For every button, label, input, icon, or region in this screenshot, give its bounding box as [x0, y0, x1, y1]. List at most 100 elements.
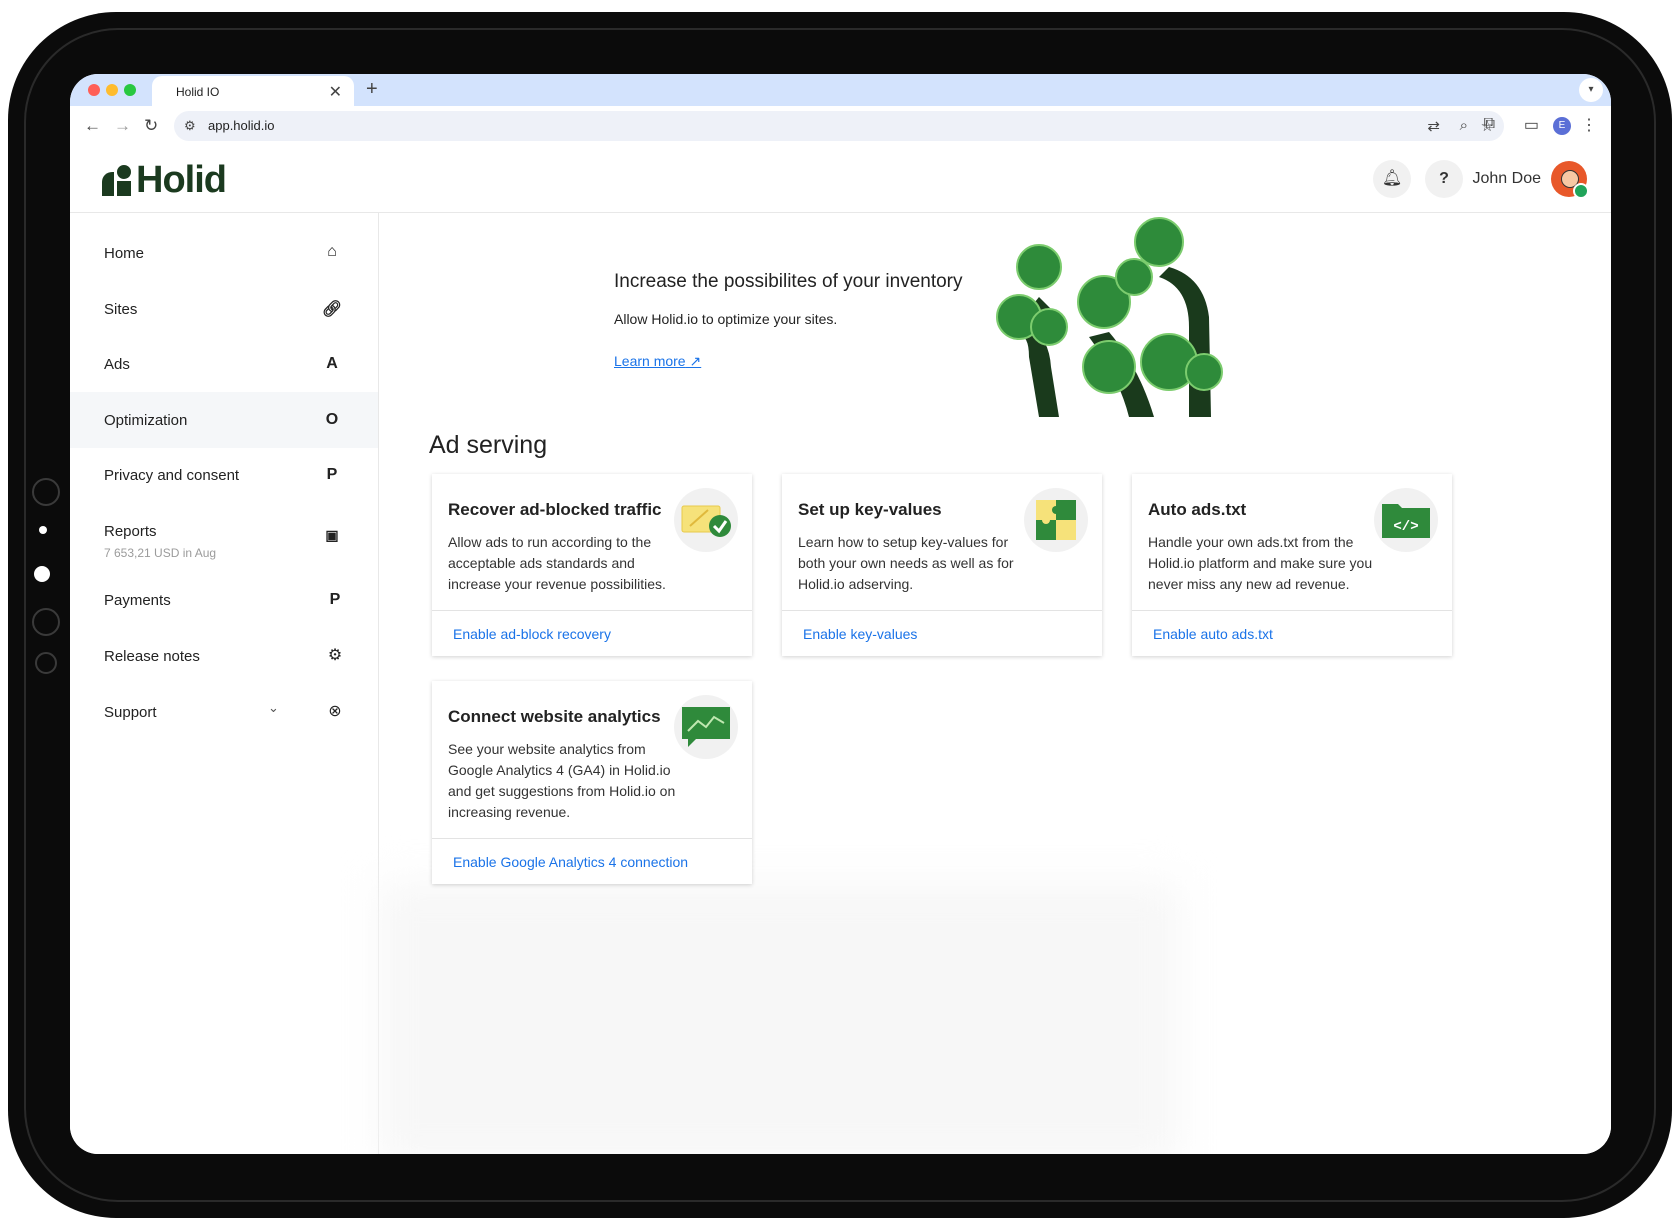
- window-minimize-button[interactable]: [106, 84, 118, 96]
- sidebar-item-label: Privacy and consent: [104, 467, 240, 484]
- enable-adblock-recovery-link[interactable]: Enable ad-block recovery: [453, 626, 611, 642]
- gear-icon: ⚙: [327, 647, 343, 664]
- side-ring-3: [35, 652, 57, 674]
- enable-ga4-connection-link[interactable]: Enable Google Analytics 4 connection: [453, 854, 688, 870]
- card-key-values: Set up key-values Learn how to setup key…: [782, 474, 1102, 656]
- side-camera-dot: [39, 526, 47, 534]
- holid-logo-icon: [102, 165, 131, 196]
- payments-letter-icon: P: [329, 591, 341, 608]
- new-tab-button[interactable]: +: [366, 78, 378, 101]
- site-info-icon[interactable]: ⚙: [184, 118, 196, 134]
- home-icon: ⌂: [327, 243, 337, 260]
- sidebar-item-label: Home: [104, 245, 145, 262]
- sidebar-item-release-notes[interactable]: Release notes ⚙: [70, 628, 378, 684]
- ads-letter-icon: A: [326, 355, 338, 372]
- tab-close-icon[interactable]: ✕: [329, 82, 342, 102]
- enable-auto-ads-txt-link[interactable]: Enable auto ads.txt: [1153, 626, 1273, 642]
- window-close-button[interactable]: [88, 84, 100, 96]
- adblock-check-icon: [674, 488, 738, 552]
- app-header: Holid 🔔︎ ? John Doe: [70, 146, 1611, 213]
- learn-more-label: Learn more: [614, 353, 686, 369]
- card-footer: Enable Google Analytics 4 connection: [432, 838, 752, 884]
- sidebar-item-label: Release notes: [104, 648, 200, 665]
- lifebuoy-icon: ⊗: [328, 703, 342, 720]
- tab-title: Holid IO: [176, 85, 220, 99]
- sidebar-item-label: Payments: [104, 592, 171, 609]
- card-footer: Enable ad-block recovery: [432, 610, 752, 656]
- user-avatar[interactable]: [1551, 161, 1589, 199]
- sidebar-item-payments[interactable]: Payments P: [70, 572, 378, 628]
- optimization-letter-icon: O: [325, 411, 339, 428]
- extensions-icon[interactable]: ⧉: [1484, 115, 1495, 133]
- card-title: Recover ad-blocked traffic: [448, 500, 662, 519]
- browser-window: Holid IO ✕ + ▾ ← → ↻ ⚙ app.holid.io ⇄ ⌕ …: [70, 74, 1611, 1154]
- hero-description: Allow Holid.io to optimize your sites.: [614, 311, 838, 327]
- sidebar-item-label: Ads: [104, 356, 130, 373]
- bonsai-trees-illustration: [996, 217, 1223, 417]
- zoom-icon[interactable]: ⌕: [1460, 117, 1468, 134]
- side-ring-2: [32, 608, 60, 636]
- card-description: Handle your own ads.txt from the Holid.i…: [1148, 534, 1373, 592]
- card-description: See your website analytics from Google A…: [448, 741, 676, 820]
- address-bar[interactable]: ⚙ app.holid.io ⇄ ⌕ ☆: [174, 111, 1504, 141]
- sidebar-item-label: Optimization: [104, 412, 188, 429]
- main-content: Increase the possibilites of your invent…: [379, 213, 1611, 1154]
- sidebar-item-optimization[interactable]: Optimization O: [70, 392, 378, 448]
- money-icon: ▣: [325, 527, 339, 543]
- cast-icon[interactable]: ▭: [1524, 115, 1539, 135]
- window-maximize-button[interactable]: [124, 84, 136, 96]
- card-footer: Enable key-values: [782, 610, 1102, 656]
- forward-arrow-icon[interactable]: →: [114, 116, 131, 136]
- card-description: Learn how to setup key-values for both y…: [798, 534, 1014, 592]
- browser-tab[interactable]: Holid IO ✕: [152, 76, 354, 106]
- sidebar-item-home[interactable]: Home ⌂: [70, 225, 378, 281]
- card-website-analytics: Connect website analytics See your websi…: [432, 681, 752, 884]
- help-button[interactable]: ?: [1425, 160, 1463, 198]
- side-sensor: [34, 566, 50, 582]
- sidebar-item-support[interactable]: Support ⌄ ⊗: [70, 684, 378, 740]
- sidebar-item-label: Support: [104, 704, 157, 721]
- card-title: Set up key-values: [798, 500, 942, 519]
- logo-text: Holid: [136, 158, 227, 201]
- code-folder-icon: </>: [1374, 488, 1438, 552]
- learn-more-link[interactable]: Learn more ↗: [614, 353, 701, 370]
- translate-icon[interactable]: ⇄: [1427, 117, 1440, 135]
- browser-toolbar: ← → ↻ ⚙ app.holid.io ⇄ ⌕ ☆ ⧉ ▭ E ⋮: [70, 106, 1611, 147]
- tab-search-chevron-icon[interactable]: ▾: [1579, 78, 1603, 102]
- sidebar-item-ads[interactable]: Ads A: [70, 336, 378, 392]
- user-name[interactable]: John Doe: [1473, 170, 1542, 188]
- profile-avatar[interactable]: E: [1553, 117, 1571, 135]
- reports-revenue-sub: 7 653,21 USD in Aug: [104, 546, 217, 560]
- privacy-letter-icon: P: [326, 466, 338, 483]
- reload-icon[interactable]: ↻: [144, 116, 158, 136]
- notifications-bell-icon[interactable]: 🔔︎: [1373, 160, 1411, 198]
- sidebar-item-label: Reports: [104, 523, 157, 540]
- link-icon: 🔗︎: [321, 301, 343, 318]
- card-description: Allow ads to run according to the accept…: [448, 534, 666, 592]
- card-auto-ads-txt: Auto ads.txt Handle your own ads.txt fro…: [1132, 474, 1452, 656]
- background-fade: [379, 883, 1179, 1154]
- chevron-down-icon[interactable]: ⌄: [268, 700, 279, 716]
- enable-key-values-link[interactable]: Enable key-values: [803, 626, 917, 642]
- section-title-ad-serving: Ad serving: [429, 431, 548, 459]
- analytics-chart-icon: [674, 695, 738, 759]
- back-arrow-icon[interactable]: ←: [84, 116, 101, 136]
- sidebar-item-privacy[interactable]: Privacy and consent P: [70, 447, 378, 503]
- online-status-dot: [1573, 183, 1589, 199]
- external-link-icon: ↗: [689, 353, 702, 369]
- svg-text:</>: </>: [1393, 519, 1418, 535]
- card-adblock-recovery: Recover ad-blocked traffic Allow ads to …: [432, 474, 752, 656]
- puzzle-icon: [1024, 488, 1088, 552]
- card-footer: Enable auto ads.txt: [1132, 610, 1452, 656]
- holid-logo[interactable]: Holid: [100, 159, 227, 201]
- sidebar-item-label: Sites: [104, 301, 138, 318]
- card-title: Connect website analytics: [448, 707, 661, 726]
- side-camera-ring: [32, 478, 60, 506]
- hero-title: Increase the possibilites of your invent…: [614, 271, 963, 292]
- card-title: Auto ads.txt: [1148, 500, 1247, 519]
- browser-menu-icon[interactable]: ⋮: [1581, 115, 1597, 135]
- sidebar-item-sites[interactable]: Sites 🔗︎: [70, 281, 378, 337]
- sidebar-item-reports[interactable]: Reports 7 653,21 USD in Aug ▣: [70, 503, 378, 567]
- sidebar-nav: Home ⌂ Sites 🔗︎ Ads A Optimization O Pri…: [70, 213, 379, 1154]
- tab-strip: Holid IO ✕ + ▾: [70, 74, 1611, 106]
